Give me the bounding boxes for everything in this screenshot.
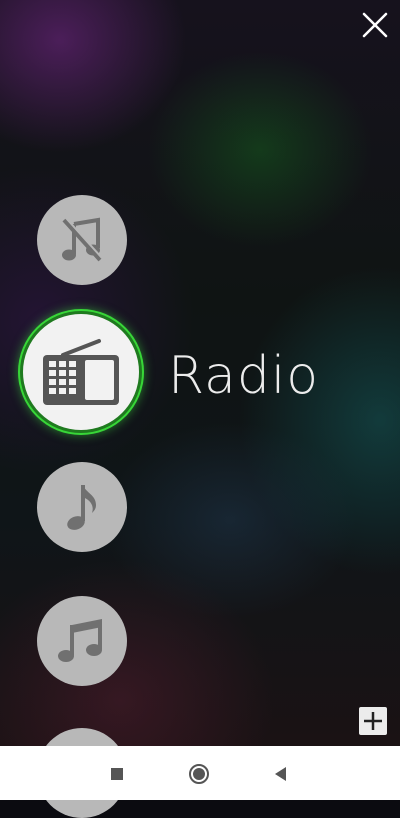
menu-item-radio[interactable]	[23, 314, 139, 430]
system-navigation-bar	[0, 746, 400, 800]
menu-item-music-note[interactable]	[37, 462, 127, 552]
back-button[interactable]	[270, 763, 292, 785]
music-notes-icon	[58, 619, 102, 662]
add-icon	[364, 712, 382, 730]
menu-item-music-notes[interactable]	[37, 596, 127, 686]
add-button[interactable]	[359, 707, 387, 735]
square-icon	[111, 768, 123, 780]
active-item-label: Radio	[168, 346, 320, 406]
circle-home-icon	[189, 764, 209, 784]
radio-icon	[43, 339, 119, 405]
music-note-icon	[67, 485, 96, 530]
music-off-icon	[62, 217, 103, 262]
menu-item-music-off[interactable]	[37, 195, 127, 285]
recents-button[interactable]	[106, 763, 128, 785]
home-button[interactable]	[188, 763, 210, 785]
close-button[interactable]	[358, 8, 392, 42]
close-icon	[362, 12, 388, 38]
back-triangle-icon	[275, 767, 286, 781]
